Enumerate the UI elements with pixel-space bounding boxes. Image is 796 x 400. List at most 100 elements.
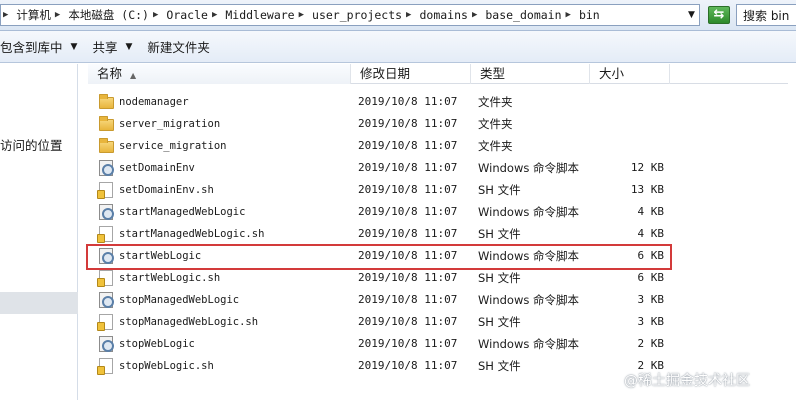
sh-file-icon xyxy=(97,182,113,199)
file-date: 2019/10/8 11:07 xyxy=(358,205,458,218)
file-name: setDomainEnv.sh xyxy=(119,184,214,196)
table-row[interactable]: startManagedWebLogic 2019/10/8 11:07 Windo… xyxy=(80,201,796,223)
table-row[interactable]: setDomainEnv.sh 2019/10/8 11:07 SH 文件 13 KB xyxy=(80,179,796,201)
column-name-label: 名称 xyxy=(97,66,123,81)
column-header-name[interactable]: 名称 ▲ xyxy=(88,64,351,84)
chevron-right-icon[interactable]: ▶ xyxy=(564,10,577,20)
nav-item-recent-places[interactable]: 访问的位置 xyxy=(0,135,63,154)
file-name: stopWebLogic.sh xyxy=(119,360,214,372)
file-date: 2019/10/8 11:07 xyxy=(358,139,458,152)
breadcrumb-drive[interactable]: 本地磁盘 (C:) xyxy=(66,7,151,23)
file-date: 2019/10/8 11:07 xyxy=(358,337,458,350)
file-type: 文件夹 xyxy=(478,95,513,109)
file-size: 6 KB xyxy=(637,271,665,284)
file-type: Windows 命令脚本 xyxy=(478,293,579,307)
table-row[interactable]: setDomainEnv 2019/10/8 11:07 Windows 命令脚本 1… xyxy=(80,157,796,179)
column-header-row: 名称 ▲ 修改日期 类型 大小 xyxy=(88,64,788,84)
file-type: SH 文件 xyxy=(478,359,521,373)
column-header-size[interactable]: 大小 xyxy=(590,64,670,84)
file-size: 3 KB xyxy=(637,315,665,328)
navigation-pane: 访问的位置 xyxy=(0,64,78,400)
file-date: 2019/10/8 11:07 xyxy=(358,95,458,108)
file-size: 2 KB xyxy=(637,337,665,350)
table-row[interactable]: nodemanager 2019/10/8 11:07 文件夹 xyxy=(80,91,796,113)
chevron-right-icon[interactable]: ▶ xyxy=(404,10,417,20)
breadcrumb-domains[interactable]: domains xyxy=(417,8,469,22)
file-date: 2019/10/8 11:07 xyxy=(358,183,458,196)
breadcrumb-oracle[interactable]: Oracle xyxy=(164,8,210,22)
table-row[interactable]: startManagedWebLogic.sh 2019/10/8 11:07 SH… xyxy=(80,223,796,245)
file-name: setDomainEnv xyxy=(119,162,195,174)
breadcrumb-base-domain[interactable]: base_domain xyxy=(483,8,563,22)
sort-ascending-icon: ▲ xyxy=(130,71,137,80)
table-row[interactable]: service_migration 2019/10/8 11:07 文件夹 xyxy=(80,135,796,157)
table-row[interactable]: startWebLogic 2019/10/8 11:07 Windows 命令脚本… xyxy=(80,244,796,270)
file-size: 13 KB xyxy=(630,183,664,196)
file-name: server_migration xyxy=(119,118,221,130)
chevron-right-icon[interactable]: ▶ xyxy=(1,10,14,20)
breadcrumb-bin[interactable]: bin xyxy=(577,8,602,22)
breadcrumb[interactable]: ▶ 计算机 ▶ 本地磁盘 (C:) ▶ Oracle ▶ Middleware … xyxy=(0,4,700,26)
chevron-right-icon[interactable]: ▶ xyxy=(470,10,483,20)
file-date: 2019/10/8 11:07 xyxy=(358,249,458,262)
table-row[interactable]: server_migration 2019/10/8 11:07 文件夹 xyxy=(80,113,796,135)
table-row[interactable]: stopManagedWebLogic.sh 2019/10/8 11:07 SH … xyxy=(80,311,796,333)
include-in-library-label: 包含到库中 xyxy=(0,40,63,55)
file-name: startManagedWebLogic xyxy=(119,206,246,218)
cmd-script-icon xyxy=(99,160,114,176)
sh-file-icon xyxy=(97,226,113,243)
file-type: SH 文件 xyxy=(478,183,521,197)
table-row[interactable]: stopWebLogic 2019/10/8 11:07 Windows 命令脚本 2… xyxy=(80,333,796,355)
file-type: Windows 命令脚本 xyxy=(478,205,579,219)
file-date: 2019/10/8 11:07 xyxy=(358,271,458,284)
new-folder-button[interactable]: 新建文件夹 xyxy=(141,37,219,56)
new-folder-label: 新建文件夹 xyxy=(147,40,210,55)
file-name: stopManagedWebLogic xyxy=(119,294,240,306)
breadcrumb-computer[interactable]: 计算机 xyxy=(14,7,53,23)
share-button[interactable]: 共享 ▼ xyxy=(86,37,141,56)
table-row[interactable]: stopManagedWebLogic 2019/10/8 11:07 Window… xyxy=(80,289,796,311)
breadcrumb-user-projects[interactable]: user_projects xyxy=(310,8,404,22)
nav-item-selected[interactable] xyxy=(0,292,78,314)
folder-icon xyxy=(99,94,114,109)
share-label: 共享 xyxy=(92,40,118,55)
file-name: startWebLogic.sh xyxy=(119,272,221,284)
file-size: 4 KB xyxy=(637,205,665,218)
cmd-script-icon xyxy=(99,336,114,352)
chevron-right-icon[interactable]: ▶ xyxy=(151,10,164,20)
column-header-date[interactable]: 修改日期 xyxy=(351,64,471,84)
file-date: 2019/10/8 11:07 xyxy=(358,359,458,372)
include-in-library-button[interactable]: 包含到库中 ▼ xyxy=(0,37,86,56)
column-header-type[interactable]: 类型 xyxy=(471,64,590,84)
refresh-button[interactable]: ⇆ xyxy=(708,6,730,24)
chevron-right-icon[interactable]: ▶ xyxy=(210,10,223,20)
file-name: stopManagedWebLogic.sh xyxy=(119,316,259,328)
file-name: nodemanager xyxy=(119,96,189,108)
chevron-down-icon: ▼ xyxy=(70,41,78,52)
chevron-right-icon[interactable]: ▶ xyxy=(53,10,66,20)
watermark: @稀土掘金技术社区 xyxy=(624,373,750,389)
file-date: 2019/10/8 11:07 xyxy=(358,161,458,174)
breadcrumb-middleware[interactable]: Middleware xyxy=(223,8,296,22)
chevron-down-icon: ▼ xyxy=(125,41,133,52)
file-type: Windows 命令脚本 xyxy=(478,337,579,351)
file-type: 文件夹 xyxy=(478,117,513,131)
sh-file-icon xyxy=(97,270,113,287)
cmd-script-icon xyxy=(99,292,114,308)
file-date: 2019/10/8 11:07 xyxy=(358,117,458,130)
cmd-script-icon xyxy=(99,248,114,264)
chevron-right-icon[interactable]: ▶ xyxy=(297,10,310,20)
file-name: stopWebLogic xyxy=(119,338,195,350)
file-size: 6 KB xyxy=(637,249,665,262)
address-dropdown-icon[interactable]: ▼ xyxy=(688,10,695,20)
address-bar: ▶ 计算机 ▶ 本地磁盘 (C:) ▶ Oracle ▶ Middleware … xyxy=(0,0,796,31)
file-type: SH 文件 xyxy=(478,227,521,241)
sh-file-icon xyxy=(97,314,113,331)
cmd-script-icon xyxy=(99,204,114,220)
table-row[interactable]: startWebLogic.sh 2019/10/8 11:07 SH 文件 6 KB xyxy=(80,267,796,289)
search-input[interactable]: 搜索 bin xyxy=(736,4,796,26)
file-name: startWebLogic xyxy=(119,250,202,262)
file-name: startManagedWebLogic.sh xyxy=(119,228,265,240)
file-type: Windows 命令脚本 xyxy=(478,249,579,263)
file-list: 名称 ▲ 修改日期 类型 大小 nodemanager 2019/10/8 11:0… xyxy=(80,64,796,400)
